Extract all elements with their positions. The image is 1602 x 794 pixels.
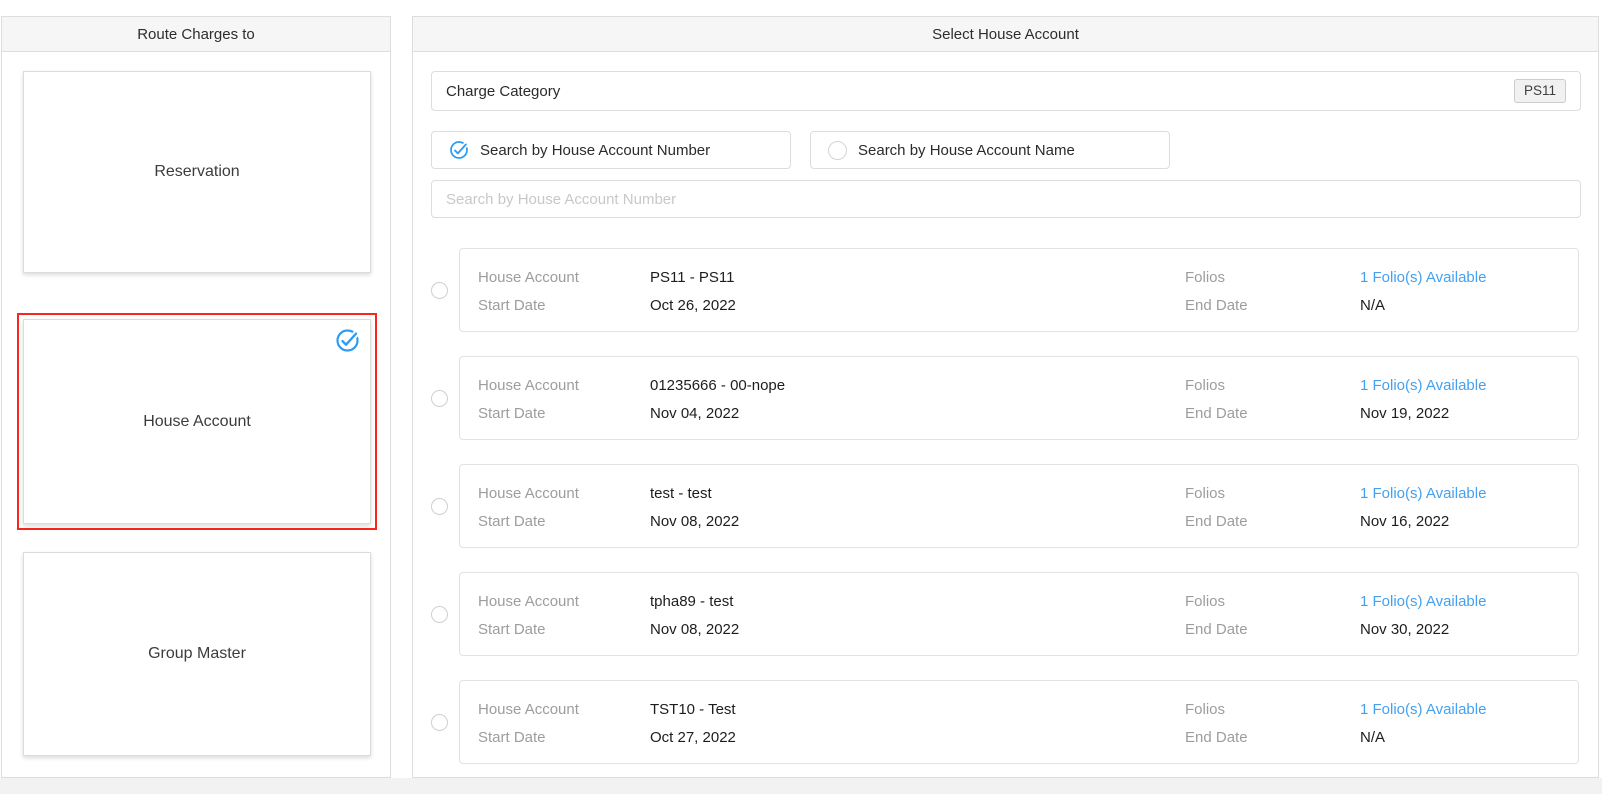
start-date-value: Nov 04, 2022 [650,405,1185,422]
select-house-account-title: Select House Account [932,26,1079,43]
house-account-value: 01235666 - 00-nope [650,377,1185,394]
route-charges-header: Route Charges to [2,17,390,52]
start-date-value: Oct 26, 2022 [650,297,1185,314]
search-by-number-option[interactable]: Search by House Account Number [431,131,791,169]
select-house-account-panel: Select House Account Charge Category PS1… [412,16,1599,778]
charge-category-chip: PS11 [1514,79,1566,103]
search-by-name-label: Search by House Account Name [858,142,1075,159]
house-account-label: House Account [478,377,650,394]
row-radio[interactable] [431,606,448,623]
start-date-label: Start Date [478,405,650,422]
house-account-label: House Account [478,593,650,610]
folios-label: Folios [1185,377,1360,394]
route-charges-panel: Route Charges to Reservation House Accou… [1,16,391,778]
route-card-reservation[interactable]: Reservation [23,71,371,273]
start-date-label: Start Date [478,297,650,314]
folios-label: Folios [1185,593,1360,610]
charge-category-label: Charge Category [446,83,560,100]
check-circle-icon [449,140,469,160]
end-date-label: End Date [1185,729,1360,746]
row-radio[interactable] [431,714,448,731]
house-account-card[interactable]: House Account TST10 - Test Folios 1 Foli… [459,680,1579,764]
house-account-value: TST10 - Test [650,701,1185,718]
page-bottom-strip [0,778,1602,794]
house-account-row-1: House Account PS11 - PS11 Folios 1 Folio… [431,248,1579,332]
end-date-value: Nov 30, 2022 [1360,621,1560,638]
house-account-search-input[interactable] [431,180,1581,218]
radio-unselected-icon [828,141,847,160]
search-by-name-option[interactable]: Search by House Account Name [810,131,1170,169]
row-radio[interactable] [431,390,448,407]
start-date-label: Start Date [478,621,650,638]
start-date-value: Nov 08, 2022 [650,621,1185,638]
house-account-row-5: House Account TST10 - Test Folios 1 Foli… [431,680,1579,764]
house-account-row-2: House Account 01235666 - 00-nope Folios … [431,356,1579,440]
end-date-value: Nov 19, 2022 [1360,405,1560,422]
folios-available-link[interactable]: 1 Folio(s) Available [1360,701,1560,718]
folios-available-link[interactable]: 1 Folio(s) Available [1360,593,1560,610]
select-house-account-header: Select House Account [413,17,1598,52]
route-card-group-master[interactable]: Group Master [23,552,371,756]
house-account-value: test - test [650,485,1185,502]
folios-label: Folios [1185,269,1360,286]
folios-label: Folios [1185,701,1360,718]
house-account-label: House Account [478,701,650,718]
house-account-card[interactable]: House Account PS11 - PS11 Folios 1 Folio… [459,248,1579,332]
charge-category-field[interactable]: Charge Category PS11 [431,71,1581,111]
start-date-label: Start Date [478,513,650,530]
house-account-row-4: House Account tpha89 - test Folios 1 Fol… [431,572,1579,656]
route-card-reservation-label: Reservation [154,163,239,181]
end-date-value: N/A [1360,729,1560,746]
end-date-value: Nov 16, 2022 [1360,513,1560,530]
search-by-number-label: Search by House Account Number [480,142,710,159]
route-card-house-account-label: House Account [143,413,251,431]
route-charges-title: Route Charges to [137,26,255,43]
folios-available-link[interactable]: 1 Folio(s) Available [1360,377,1560,394]
search-mode-row: Search by House Account Number Search by… [431,131,1170,169]
end-date-value: N/A [1360,297,1560,314]
house-account-card[interactable]: House Account 01235666 - 00-nope Folios … [459,356,1579,440]
end-date-label: End Date [1185,405,1360,422]
folios-label: Folios [1185,485,1360,502]
folios-available-link[interactable]: 1 Folio(s) Available [1360,485,1560,502]
check-circle-icon [335,328,360,353]
house-account-list: House Account PS11 - PS11 Folios 1 Folio… [431,248,1579,764]
route-card-house-account[interactable]: House Account [17,313,377,530]
house-account-label: House Account [478,269,650,286]
end-date-label: End Date [1185,621,1360,638]
row-radio[interactable] [431,498,448,515]
start-date-value: Oct 27, 2022 [650,729,1185,746]
folios-available-link[interactable]: 1 Folio(s) Available [1360,269,1560,286]
house-account-value: PS11 - PS11 [650,269,1185,286]
house-account-card[interactable]: House Account tpha89 - test Folios 1 Fol… [459,572,1579,656]
end-date-label: End Date [1185,297,1360,314]
route-card-group-master-label: Group Master [148,645,246,663]
house-account-value: tpha89 - test [650,593,1185,610]
house-account-card[interactable]: House Account test - test Folios 1 Folio… [459,464,1579,548]
house-account-row-3: House Account test - test Folios 1 Folio… [431,464,1579,548]
start-date-label: Start Date [478,729,650,746]
route-cards-container: Reservation House Account Group Master [2,52,390,777]
house-account-label: House Account [478,485,650,502]
route-card-house-account-inner[interactable]: House Account [23,319,371,524]
row-radio[interactable] [431,282,448,299]
end-date-label: End Date [1185,513,1360,530]
start-date-value: Nov 08, 2022 [650,513,1185,530]
